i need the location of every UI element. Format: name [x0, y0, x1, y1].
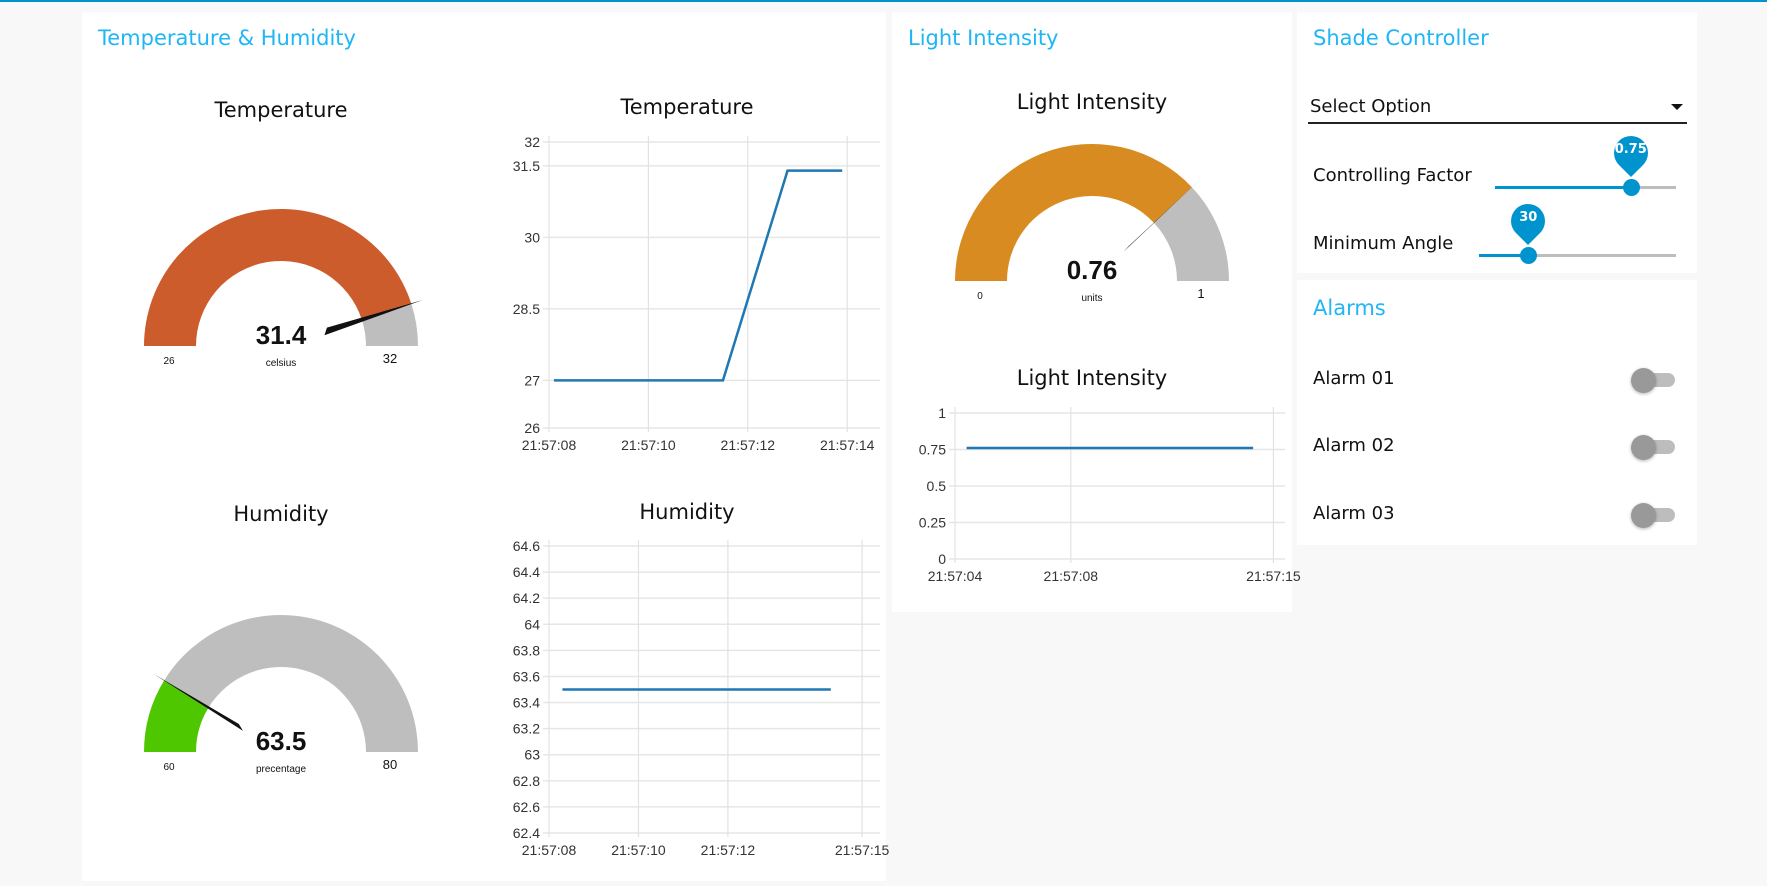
y-tick-label: 0.25 [919, 515, 946, 531]
y-tick-label: 0 [938, 551, 946, 567]
slider-handle[interactable] [1622, 179, 1640, 196]
group-title-alarms: Alarms [1313, 296, 1386, 320]
x-tick-label: 21:57:04 [928, 568, 983, 584]
y-tick-label: 0.5 [927, 478, 947, 494]
alarm-03-label: Alarm 03 [1313, 503, 1395, 524]
y-tick-label: 1 [938, 405, 946, 421]
alarm-01-label: Alarm 01 [1313, 368, 1395, 389]
alarm-02-toggle[interactable] [1631, 434, 1675, 460]
x-tick-label: 21:57:08 [1044, 568, 1099, 584]
toggle-thumb [1631, 368, 1656, 393]
alarm-01-toggle[interactable] [1631, 367, 1675, 393]
alarm-03-toggle[interactable] [1631, 502, 1675, 528]
select-value: Select Option [1310, 96, 1432, 117]
x-tick-label: 21:57:15 [1246, 568, 1301, 584]
toggle-thumb [1631, 435, 1656, 460]
controlling-factor-slider[interactable]: 0.75 [1495, 128, 1676, 196]
slider-fill [1495, 186, 1631, 189]
y-tick-label: 0.75 [919, 442, 946, 458]
minimum-angle-slider[interactable]: 30 [1479, 196, 1676, 264]
group-title-shade-controller: Shade Controller [1313, 26, 1489, 50]
slider-value-text: 30 [1519, 210, 1538, 225]
minimum-angle-label: Minimum Angle [1313, 233, 1454, 254]
toggle-thumb [1631, 503, 1656, 528]
controlling-factor-label: Controlling Factor [1313, 165, 1472, 186]
caret-down-icon [1671, 104, 1683, 110]
slider-value-text: 0.75 [1614, 142, 1647, 157]
alarm-02-label: Alarm 02 [1313, 435, 1395, 456]
shade-option-select[interactable]: Select Option [1308, 92, 1687, 124]
